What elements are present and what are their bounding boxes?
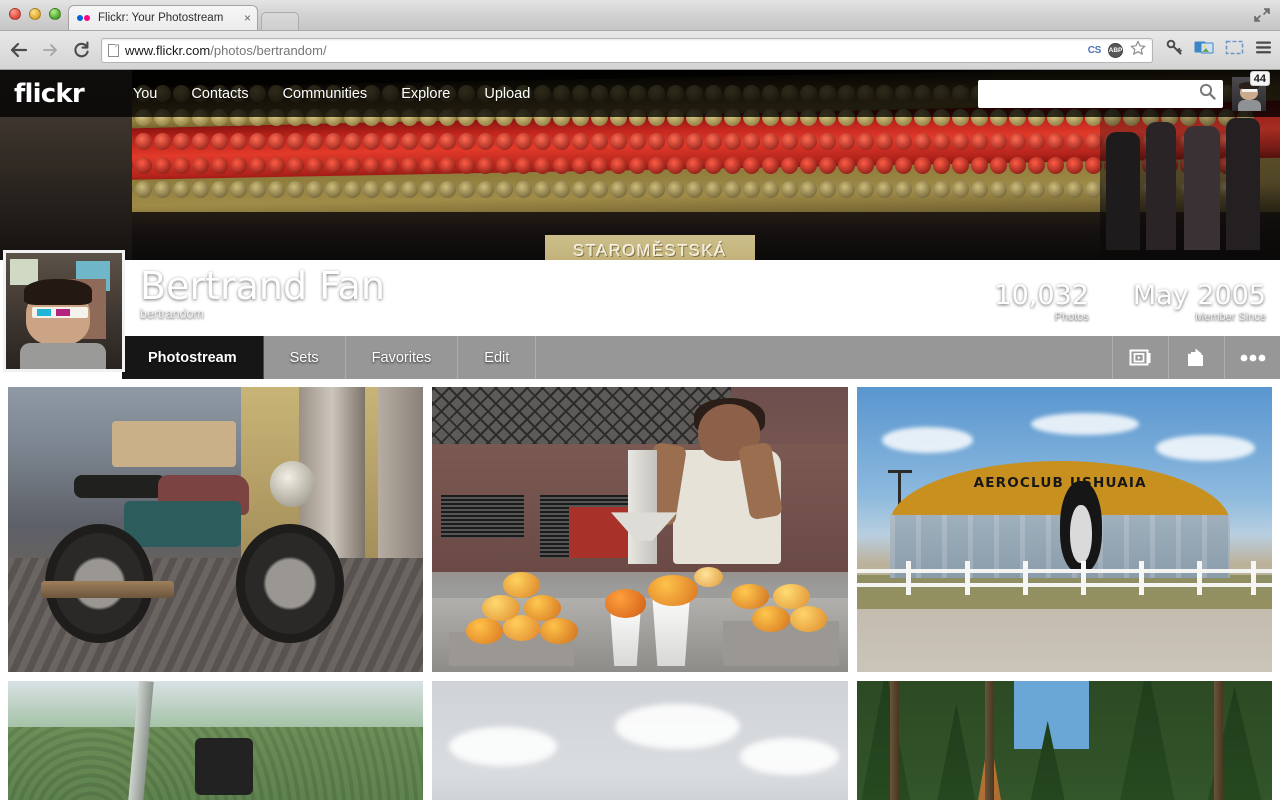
forward-button[interactable] — [39, 39, 61, 61]
back-button[interactable] — [8, 39, 30, 61]
photo-motorcycle[interactable] — [8, 387, 424, 672]
profile-tab-actions — [1112, 336, 1280, 379]
flickr-page: STAROMĚSTSKÁ flickr You Contacts Communi… — [0, 70, 1280, 800]
photo-helicopter-helipad[interactable] — [432, 681, 848, 800]
photo-orange-juice-stand[interactable] — [432, 387, 848, 672]
window-traffic-lights — [9, 8, 61, 20]
browser-titlebar: Flickr: Your Photostream × — [0, 0, 1280, 31]
flickr-logo[interactable]: flickr — [14, 79, 85, 109]
more-options-icon[interactable] — [1224, 336, 1280, 379]
tab-edit[interactable]: Edit — [458, 336, 537, 379]
tab-photostream[interactable]: Photostream — [122, 336, 264, 379]
global-nav-links: You Contacts Communities Explore Upload — [116, 86, 547, 102]
photo-tile[interactable] — [8, 681, 424, 800]
browser-tab-flickr[interactable]: Flickr: Your Photostream × — [68, 5, 258, 30]
stat-member-since-label: Member Since — [1195, 311, 1266, 323]
nav-link-communities[interactable]: Communities — [266, 86, 385, 102]
adblockplus-badge[interactable]: ABP — [1108, 42, 1123, 58]
close-tab-icon[interactable]: × — [244, 12, 251, 24]
reload-button[interactable] — [70, 39, 92, 61]
profile-tabs: Photostream Sets Favorites Edit — [0, 336, 1280, 379]
url-path: /photos/bertrandom/ — [210, 42, 327, 58]
toolbar-extension-icons — [1162, 39, 1272, 61]
omnibox-actions: CS ABP — [1088, 40, 1146, 61]
slideshow-icon[interactable] — [1112, 336, 1168, 379]
tab-strip: Flickr: Your Photostream × — [68, 5, 299, 30]
photo-aeroclub-ushuaia[interactable]: AEROCLUB USHUAIA — [856, 387, 1272, 672]
bookmark-star-icon[interactable] — [1130, 40, 1146, 61]
address-bar-url: www.flickr.com/photos/bertrandom/ — [125, 43, 327, 58]
search-input[interactable] — [985, 86, 1199, 101]
nav-link-explore[interactable]: Explore — [384, 86, 467, 102]
fullscreen-icon[interactable] — [1252, 6, 1272, 24]
flickr-global-nav: flickr You Contacts Communities Explore … — [0, 70, 1280, 117]
lastpass-key-icon[interactable] — [1166, 39, 1183, 61]
photo-hikers-forest[interactable] — [856, 681, 1272, 800]
profile-username: bertrandom — [140, 307, 204, 321]
stat-member-since-value: May 2005 — [1132, 280, 1266, 311]
tab-favorites[interactable]: Favorites — [345, 336, 459, 379]
browser-toolbar: www.flickr.com/photos/bertrandom/ CS ABP — [0, 31, 1280, 70]
nav-link-you[interactable]: You — [116, 86, 174, 102]
photo-tile[interactable] — [8, 387, 424, 672]
stat-photos-label: Photos — [1054, 311, 1089, 323]
url-domain: www.flickr.com — [125, 42, 211, 58]
tab-sets[interactable]: Sets — [263, 336, 346, 379]
close-window-button[interactable] — [9, 8, 21, 20]
photo-tile[interactable]: AEROCLUB USHUAIA — [856, 387, 1272, 672]
search-box[interactable] — [978, 79, 1223, 108]
notification-badge[interactable]: 44 — [1249, 70, 1270, 86]
chrome-menu-icon[interactable] — [1255, 40, 1272, 60]
profile-display-name: Bertrand Fan — [140, 264, 385, 308]
hangar-sign-text: AEROCLUB USHUAIA — [973, 475, 1147, 492]
nav-link-contacts[interactable]: Contacts — [174, 86, 265, 102]
share-icon[interactable] — [1168, 336, 1224, 379]
profile-identity: Bertrand Fan bertrandom — [140, 266, 385, 321]
page-info-icon[interactable] — [108, 43, 119, 57]
user-avatar-menu[interactable]: 44 — [1232, 70, 1270, 111]
station-name-sign: STAROMĚSTSKÁ — [545, 235, 755, 260]
new-tab-button[interactable] — [261, 12, 299, 30]
station-name-text: STAROMĚSTSKÁ — [573, 241, 727, 260]
browser-tab-title: Flickr: Your Photostream — [98, 12, 224, 24]
photo-tile[interactable] — [432, 681, 848, 800]
profile-avatar-large[interactable] — [3, 250, 125, 372]
stat-photos-value: 10,032 — [994, 280, 1089, 311]
profile-stats: 10,032 Photos May 2005 Member Since — [994, 280, 1266, 324]
address-bar[interactable]: www.flickr.com/photos/bertrandom/ CS ABP — [101, 37, 1153, 63]
photo-tile[interactable] — [432, 387, 848, 672]
photo-tile[interactable] — [856, 681, 1272, 800]
colorzilla-badge[interactable]: CS — [1088, 45, 1102, 56]
browser-window: Flickr: Your Photostream × www.flickr.co — [0, 0, 1280, 800]
minimize-window-button[interactable] — [29, 8, 41, 20]
global-nav-right: 44 — [978, 70, 1270, 111]
search-icon[interactable] — [1199, 83, 1216, 105]
screenshot-frame-icon[interactable] — [1225, 39, 1244, 61]
photo-extension-icon[interactable] — [1194, 39, 1214, 61]
photo-helicopter-cockpit[interactable] — [8, 681, 424, 800]
stat-photos: 10,032 Photos — [994, 280, 1089, 324]
nav-link-upload[interactable]: Upload — [467, 86, 547, 102]
zoom-window-button[interactable] — [49, 8, 61, 20]
photostream-grid: AEROCLUB USHUAIA — [0, 379, 1280, 800]
stat-member-since: May 2005 Member Since — [1132, 280, 1266, 324]
flickr-favicon — [77, 13, 93, 23]
